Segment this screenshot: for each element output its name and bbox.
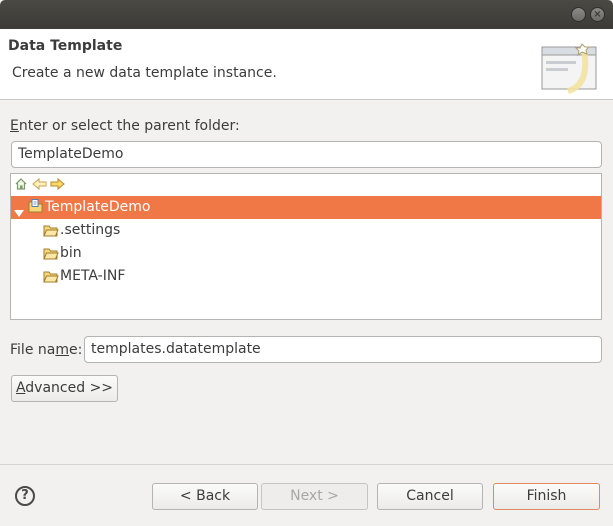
home-icon[interactable] <box>14 177 28 195</box>
back-arrow-icon[interactable] <box>32 177 47 195</box>
tree-item-label: TemplateDemo <box>45 199 151 215</box>
forward-arrow-icon[interactable] <box>50 177 65 195</box>
parent-folder-input[interactable]: TemplateDemo <box>11 141 602 168</box>
close-button[interactable]: × <box>590 7 605 22</box>
file-name-input[interactable]: templates.datatemplate <box>84 336 602 363</box>
cancel-button[interactable]: Cancel <box>377 483 483 510</box>
page-title: Data Template <box>8 38 123 54</box>
wizard-banner-icon <box>538 39 604 99</box>
tree-item-label: META-INF <box>60 268 126 284</box>
maximize-button[interactable] <box>571 7 586 22</box>
tree-item-meta-inf[interactable]: META-INF <box>11 265 601 288</box>
help-icon[interactable]: ? <box>15 486 35 506</box>
tree-item-settings[interactable]: .settings <box>11 219 601 242</box>
page-description: Create a new data template instance. <box>12 65 277 81</box>
back-button[interactable]: < Back <box>152 483 258 510</box>
folder-icon <box>43 269 59 292</box>
tree-item-label: .settings <box>60 222 121 238</box>
tree-item-label: bin <box>60 245 82 261</box>
window-titlebar: × <box>0 0 613 29</box>
advanced-button[interactable]: Advanced >> <box>11 375 118 402</box>
tree-item-bin[interactable]: bin <box>11 242 601 265</box>
tree-item-templatedemo[interactable]: TemplateDemo <box>11 196 601 219</box>
finish-button[interactable]: Finish <box>493 483 600 510</box>
footer-separator <box>0 464 613 465</box>
close-icon: × <box>593 9 602 20</box>
next-button[interactable]: Next > <box>261 483 368 510</box>
folder-tree[interactable]: TemplateDemo .settings bin META-INF <box>10 173 602 320</box>
parent-folder-label: Enter or select the parent folder: <box>10 118 240 134</box>
file-name-label: File name: <box>10 342 83 358</box>
wizard-header: Data Template Create a new data template… <box>0 29 613 100</box>
